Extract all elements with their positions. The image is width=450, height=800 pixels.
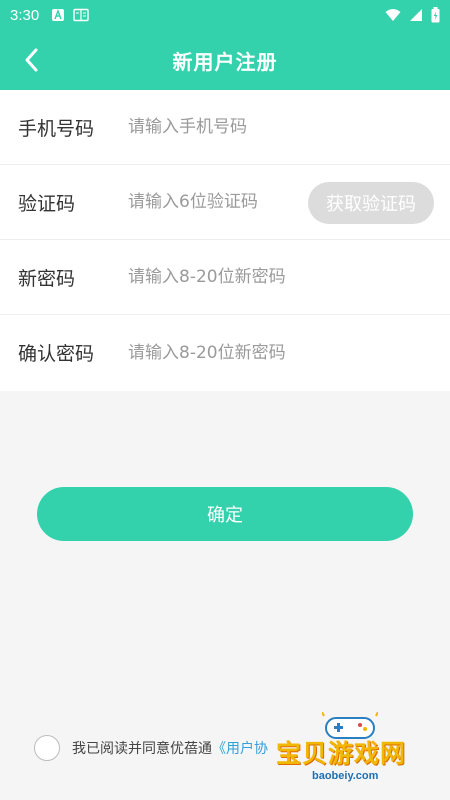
agreement-row: 我已阅读并同意优蓓通 《用户协 [34,734,268,762]
status-bar: 3:30 [0,0,450,30]
confirm-password-input[interactable] [128,342,450,363]
status-time: 3:30 [10,6,40,24]
phone-row: 手机号码 [0,90,450,165]
wifi-icon [385,9,401,21]
agreement-text: 我已阅读并同意优蓓通 [72,741,212,757]
new-password-row: 新密码 [0,240,450,315]
code-label: 验证码 [18,192,76,215]
app-bar: 新用户注册 [0,30,450,90]
reader-icon [73,8,89,22]
phone-label: 手机号码 [18,117,95,140]
register-form: 手机号码 验证码 获取验证码 新密码 确认密码 [0,90,450,391]
user-agreement-link[interactable]: 《用户协 [212,738,268,758]
page-title: 新用户注册 [172,49,278,74]
chevron-left-icon [25,48,38,72]
new-password-input[interactable] [128,267,450,287]
confirm-password-row: 确认密码 [0,315,450,390]
new-password-label: 新密码 [18,267,76,290]
watermark-title: 宝贝游戏网 [276,739,407,768]
code-row: 验证码 获取验证码 [0,165,450,240]
confirm-button[interactable]: 确定 [37,487,413,541]
battery-icon [431,7,440,23]
confirm-password-label: 确认密码 [18,343,95,365]
a-icon [52,9,65,21]
phone-input[interactable] [128,117,450,137]
watermark-url: baobeiy.com [312,770,379,782]
status-icons-left [51,8,89,22]
back-button[interactable] [12,40,52,80]
watermark: 宝贝游戏网 baobeiy.com [270,712,430,792]
status-icons-right [385,7,440,23]
signal-icon [410,9,422,21]
agreement-checkbox[interactable] [34,735,60,761]
get-code-button[interactable]: 获取验证码 [308,182,434,224]
